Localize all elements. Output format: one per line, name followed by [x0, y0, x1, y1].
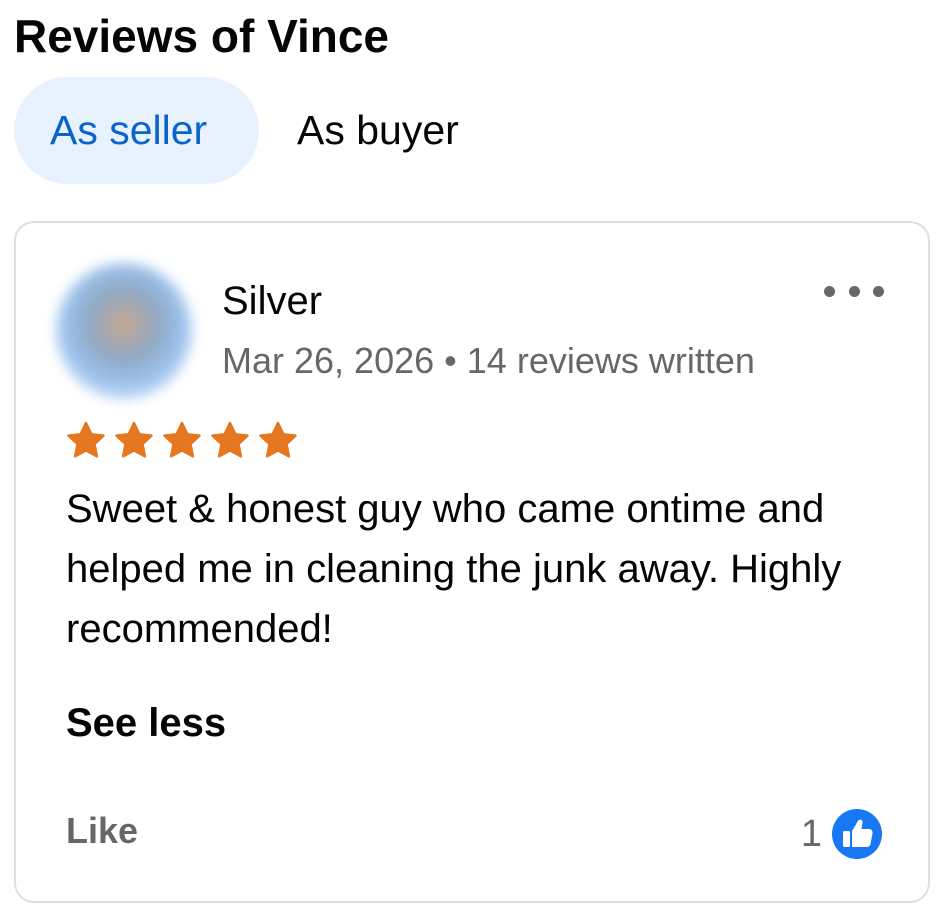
see-less-button[interactable]: See less [66, 697, 226, 749]
review-tabs: As seller As buyer [14, 77, 495, 184]
tab-as-seller[interactable]: As seller [14, 77, 259, 184]
thumbs-up-icon [832, 809, 882, 859]
review-meta: Mar 26, 2026 • 14 reviews written [222, 339, 755, 383]
meta-separator: • [444, 340, 457, 381]
star-rating [64, 419, 300, 463]
like-count: 1 [800, 813, 822, 855]
reviewer-name[interactable]: Silver [222, 277, 322, 325]
review-card: Silver Mar 26, 2026 • 14 reviews written… [14, 221, 930, 903]
more-options-icon[interactable] [824, 279, 884, 303]
star-icon [163, 421, 201, 458]
avatar[interactable] [56, 263, 192, 399]
like-button[interactable]: Like [66, 809, 138, 853]
more-dot [824, 285, 835, 297]
review-text: Sweet & honest guy who came ontime and h… [66, 487, 842, 651]
star-icon [115, 421, 153, 458]
like-summary[interactable]: 1 [801, 809, 882, 859]
star-icon [259, 421, 297, 458]
reviews-written-count[interactable]: 14 reviews written [467, 340, 755, 381]
page-title: Reviews of Vince [14, 10, 389, 62]
star-icon [67, 421, 105, 458]
more-dot [848, 285, 860, 297]
more-dot [873, 285, 884, 297]
star-icon [211, 421, 249, 458]
review-date: Mar 26, 2026 [222, 340, 435, 381]
tab-as-buyer[interactable]: As buyer [261, 77, 495, 184]
